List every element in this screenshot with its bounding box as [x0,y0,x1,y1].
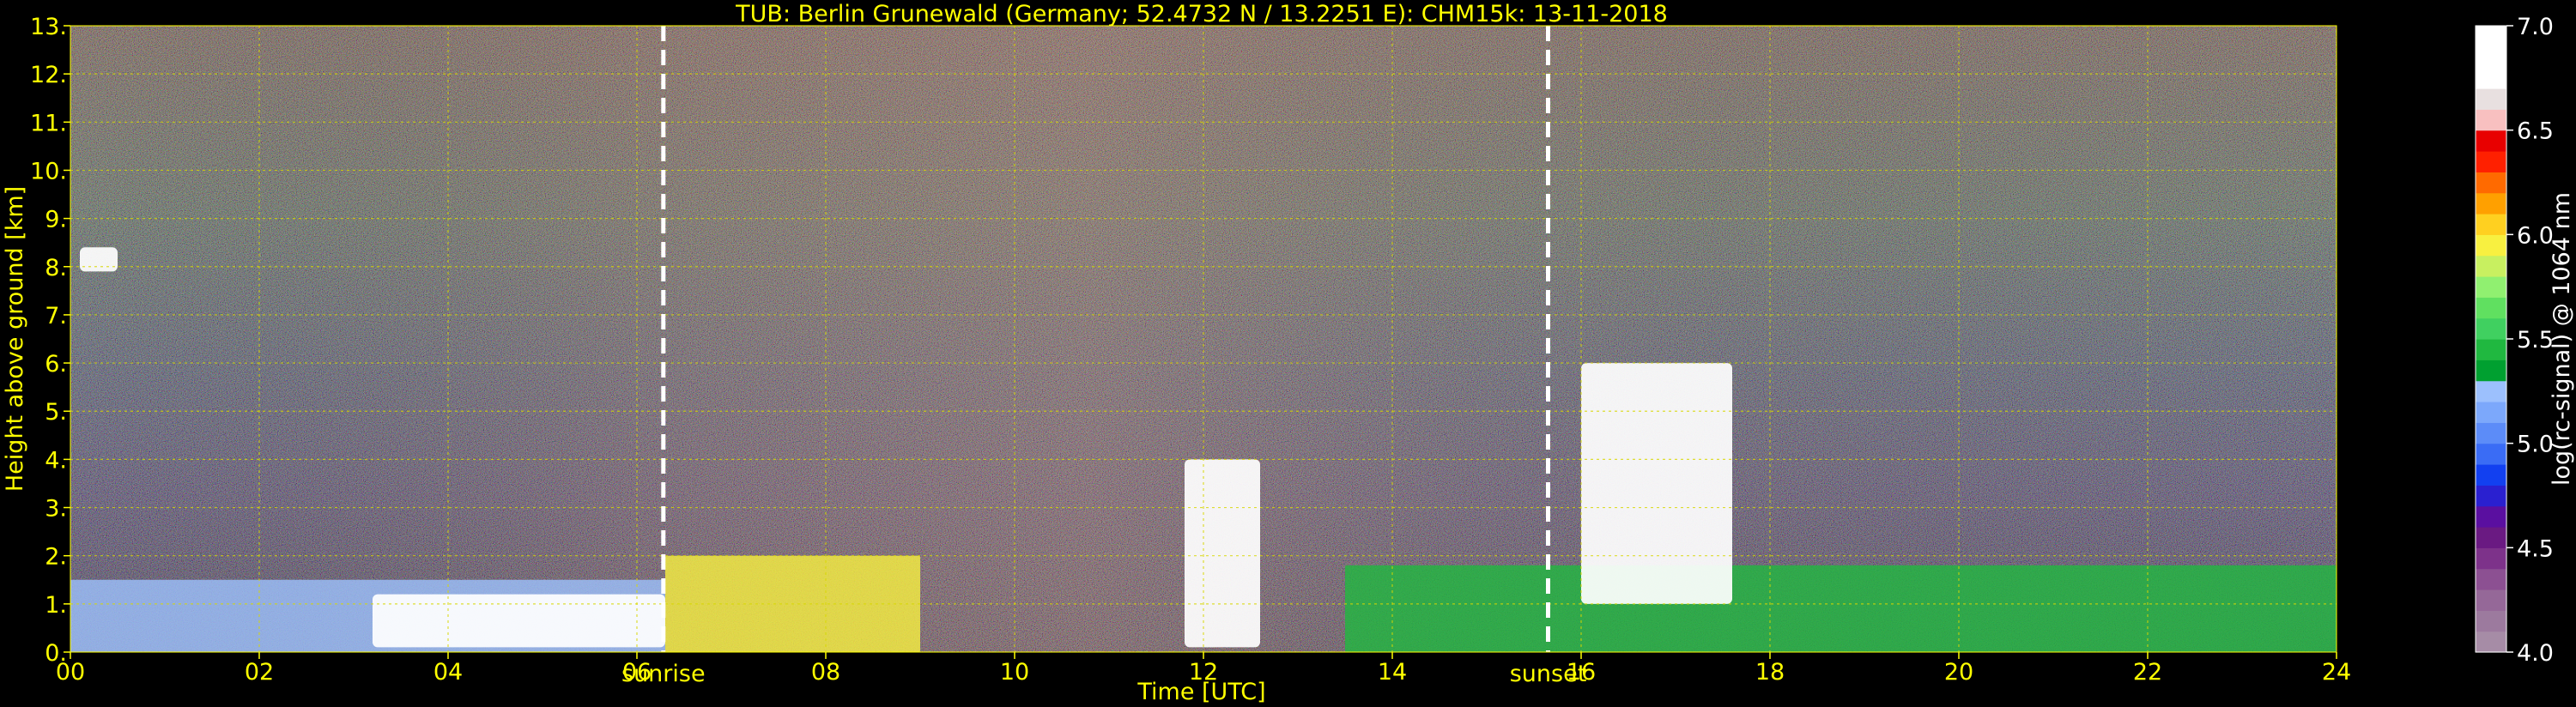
x-tick-label: 18 [1755,659,1785,686]
colorbar-swatch [2476,339,2506,360]
colorbar-swatch [2476,380,2506,402]
x-tick-label: 02 [245,659,274,686]
colorbar-swatch [2476,547,2506,570]
colorbar-tick-label: 7.0 [2517,14,2554,40]
colorbar-swatch [2476,234,2506,257]
colorbar-swatch [2476,317,2506,340]
feature-cloud-4 [1185,459,1260,648]
y-axis-label: Height above ground [km] [2,186,28,492]
sunrise-label: sunrise [621,661,706,687]
colorbar-swatch [2476,589,2506,611]
colorbar-tick-label: 6.5 [2517,118,2554,145]
colorbar-swatch [2476,130,2506,152]
x-tick-label: 22 [2133,659,2162,686]
y-tick-label: 0. [45,640,67,667]
colorbar-swatch [2476,151,2506,172]
x-axis-label: Time [UTC] [1136,679,1265,705]
colorbar-swatch [2476,46,2506,69]
colorbar-swatch [2476,88,2506,110]
plot-area [70,25,2337,653]
x-tick-label: 04 [433,659,463,686]
colorbar-swatch [2476,568,2506,590]
y-tick-label: 13. [30,14,67,40]
feature-cloud-6 [1581,363,1732,604]
colorbar-swatch [2476,485,2506,507]
colorbar-swatch [2476,26,2506,47]
x-tick-label: 24 [2322,659,2351,686]
x-tick-label: 14 [1378,659,1407,686]
y-tick-label: 11. [30,110,67,136]
colorbar-swatch [2476,172,2506,194]
y-tick-label: 6. [45,351,67,378]
feature-aerosol-layer-5 [1345,565,2337,652]
colorbar-swatch [2476,443,2506,465]
x-tick-label: 20 [1944,659,1973,686]
colorbar-swatch [2476,214,2506,235]
chart-title: TUB: Berlin Grunewald (Germany; 52.4732 … [735,1,1668,27]
colorbar-swatch [2476,276,2506,298]
y-tick-label: 4. [45,447,67,474]
y-tick-label: 10. [30,158,67,184]
colorbar-swatch [2476,464,2506,486]
feature-cloud-1 [80,247,118,272]
x-tick-label: 08 [811,659,840,686]
colorbar-swatch [2476,109,2506,131]
feature-cloud-2 [373,594,665,648]
colorbar-tick-label: 4.0 [2517,640,2554,667]
y-tick-label: 7. [45,303,67,329]
colorbar-label: log(rc-signal) @ 1064 nm [2549,192,2575,486]
colorbar-swatch [2476,402,2506,423]
colorbar-swatch [2476,610,2506,632]
colorbar-swatch [2476,255,2506,277]
y-tick-label: 3. [45,496,67,523]
colorbar-swatch [2476,192,2506,215]
colorbar-swatch [2476,360,2506,382]
x-tick-label: 10 [1000,659,1029,686]
colorbar-tick-label: 4.5 [2517,535,2554,562]
y-tick-label: 8. [45,255,67,281]
colorbar-swatch [2476,422,2506,444]
y-tick-label: 9. [45,207,67,233]
y-axis: 0. 1. 2. 3. 4. 5. 6. 7. 8. 9. 10. 11. 12. 13. [30,14,70,667]
colorbar: 4.04.55.05.56.06.57.0 [2475,14,2554,667]
colorbar-swatch [2476,505,2506,528]
ceilometer-figure: 00 02 04 06 08 10 12 14 16 18 20 22 24 0.1.2.3.4.5.6… [2,1,2575,705]
sunset-label: sunset [1510,661,1587,687]
y-tick-label: 1. [45,592,67,619]
y-tick-label: 12. [30,62,67,88]
colorbar-swatch [2476,67,2506,89]
colorbar-swatch [2476,297,2506,319]
y-tick-label: 5. [45,399,67,426]
y-tick-label: 2. [45,544,67,571]
colorbar-swatch [2476,527,2506,548]
colorbar-swatch [2476,631,2506,653]
